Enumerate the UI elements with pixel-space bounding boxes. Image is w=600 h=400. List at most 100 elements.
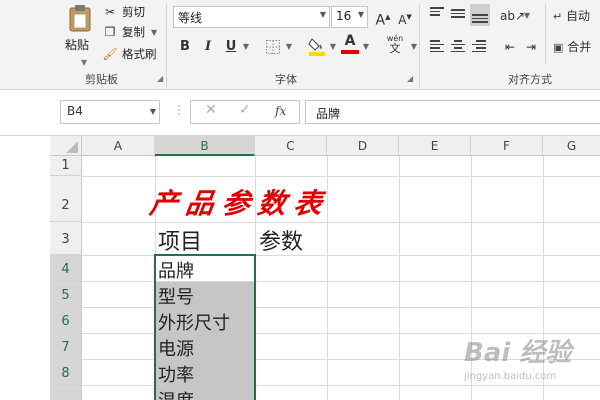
spreadsheet-grid[interactable]: A B C D E F G 1 2 3 4 5 6 7 8 产品参数表 项目 参… [0,136,600,400]
borders-dropdown-icon[interactable]: ▼ [284,37,294,57]
phonetic-dropdown-icon[interactable]: ▼ [409,37,419,57]
formula-buttons: ✕ ✓ fx [190,100,300,124]
name-box-value: B4 [67,104,83,118]
align-right-icon[interactable] [470,38,488,56]
check-icon[interactable]: ✓ [239,102,251,118]
font-group-label: 字体 [275,73,297,86]
underline-dropdown-icon[interactable]: ▼ [241,37,251,57]
clipboard-launcher-icon[interactable]: ◢ [157,74,163,83]
column-header-e[interactable]: E [399,136,471,156]
font-name-value: 等线 [178,11,203,25]
italic-button[interactable]: I [199,37,217,57]
baidu-watermark: Bai 经验 jingyan.baidu.com [464,332,584,388]
format-painter-button[interactable]: 🖌 格式刷 [102,44,157,64]
format-painter-label: 格式刷 [122,47,157,61]
paintbrush-icon: 🖌 [102,47,118,61]
copy-label: 复制 [122,25,145,39]
row-header-9[interactable] [50,385,82,400]
row-header-2[interactable]: 2 [50,176,82,222]
chevron-down-icon: ▼ [357,10,364,19]
cut-label: 剪切 [122,5,145,19]
fill-color-button[interactable] [307,35,327,59]
select-all-corner[interactable] [50,136,82,156]
merge-label: 合并 [567,40,592,54]
chevron-down-icon: ▼ [319,10,326,19]
row-header-1[interactable]: 1 [50,156,82,176]
underline-button[interactable]: U [222,37,240,57]
increase-font-size-icon[interactable]: A▲ [374,7,392,29]
merge-center-button[interactable]: ▣ 合并 [553,37,600,57]
font-color-letter: A [344,33,356,49]
align-center-icon[interactable] [449,38,467,56]
phonetic-guide-button[interactable]: wén 文 [383,34,407,56]
watermark-url: jingyan.baidu.com [464,371,557,382]
paint-bucket-icon [308,38,325,56]
fill-color-dropdown-icon[interactable]: ▼ [328,37,338,57]
row-header-8[interactable]: 8 [50,359,82,385]
corner-triangle-icon [66,141,78,153]
more-options-icon[interactable]: ⋮ [173,103,185,117]
paste-dropdown-icon[interactable]: ▼ [81,58,87,67]
wrap-text-button[interactable]: ↵ 自动 [553,6,600,26]
copy-icon: ❐ [104,25,116,39]
clipboard-group-label: 剪贴板 [85,73,118,86]
cancel-icon[interactable]: ✕ [205,102,217,118]
watermark-brand: Bai 经验 [464,338,572,368]
title-cell[interactable]: 产品参数表 [147,182,333,222]
formula-input[interactable]: 品牌 [305,100,600,124]
align-bottom-icon[interactable] [470,4,490,26]
orientation-dropdown-icon[interactable]: ▼ [522,6,532,26]
paste-button[interactable]: 粘贴 [60,4,98,54]
column-header-b[interactable]: B [155,136,255,156]
increase-indent-icon[interactable]: ⇥ [521,37,541,57]
align-left-icon[interactable] [428,38,446,56]
align-top-icon[interactable] [428,5,446,23]
gridline [82,176,600,177]
copy-dropdown-icon[interactable]: ▼ [151,28,157,37]
orientation-icon[interactable]: ab↗ [500,6,525,26]
merge-icon: ▣ [553,41,564,54]
column-header-g[interactable]: G [543,136,600,156]
row-header-5[interactable]: 5 [50,281,82,307]
column-header-d[interactable]: D [327,136,399,156]
copy-button[interactable]: ❐ 复制 ▼ [102,22,158,42]
selection-border [154,254,256,400]
insert-function-button[interactable]: fx [275,104,286,118]
ribbon-separator [166,4,167,88]
chevron-down-icon: ▼ [149,107,156,116]
row-header-6[interactable]: 6 [50,307,82,333]
cut-button[interactable]: ✂ 剪切 [102,2,145,22]
bold-button[interactable]: B [176,37,194,57]
decrease-indent-icon[interactable]: ⇤ [500,37,520,57]
font-color-button[interactable]: A [341,33,359,57]
borders-button[interactable] [264,37,282,57]
phonetic-guide-char: 文 [389,42,401,55]
wrap-text-icon: ↵ [553,10,563,23]
font-color-dropdown-icon[interactable]: ▼ [361,37,371,57]
font-color-swatch [341,50,359,54]
ribbon-separator [545,4,546,64]
decrease-font-size-icon[interactable]: A▼ [396,7,414,27]
wrap-text-label: 自动 [566,9,591,23]
formula-bar: B4 ▼ ⋮ ✕ ✓ fx 品牌 [0,90,600,136]
alignment-group-label: 对齐方式 [508,73,552,86]
row-header-3[interactable]: 3 [50,222,82,255]
paste-label: 粘贴 [65,38,90,52]
column-header-a[interactable]: A [82,136,155,156]
row-header-7[interactable]: 7 [50,333,82,359]
name-box[interactable]: B4 ▼ [60,100,160,124]
column-header-c[interactable]: C [255,136,327,156]
scissors-icon: ✂ [104,5,116,19]
font-size-select[interactable]: 16 ▼ [331,6,368,28]
clipboard-icon [69,5,91,32]
cell-b3[interactable]: 项目 [158,224,202,256]
row-header-4[interactable]: 4 [50,255,82,281]
font-launcher-icon[interactable]: ◢ [407,74,413,83]
column-header-f[interactable]: F [471,136,543,156]
cell-c3[interactable]: 参数 [259,224,303,256]
gridline [82,222,600,223]
font-name-select[interactable]: 等线 ▼ [173,6,330,28]
gridline [399,156,400,400]
align-middle-icon[interactable] [449,5,467,23]
ribbon: 粘贴 ▼ ✂ 剪切 ❐ 复制 ▼ 🖌 格式刷 剪贴板 ◢ 等线 ▼ 16 ▼ A… [0,0,600,90]
